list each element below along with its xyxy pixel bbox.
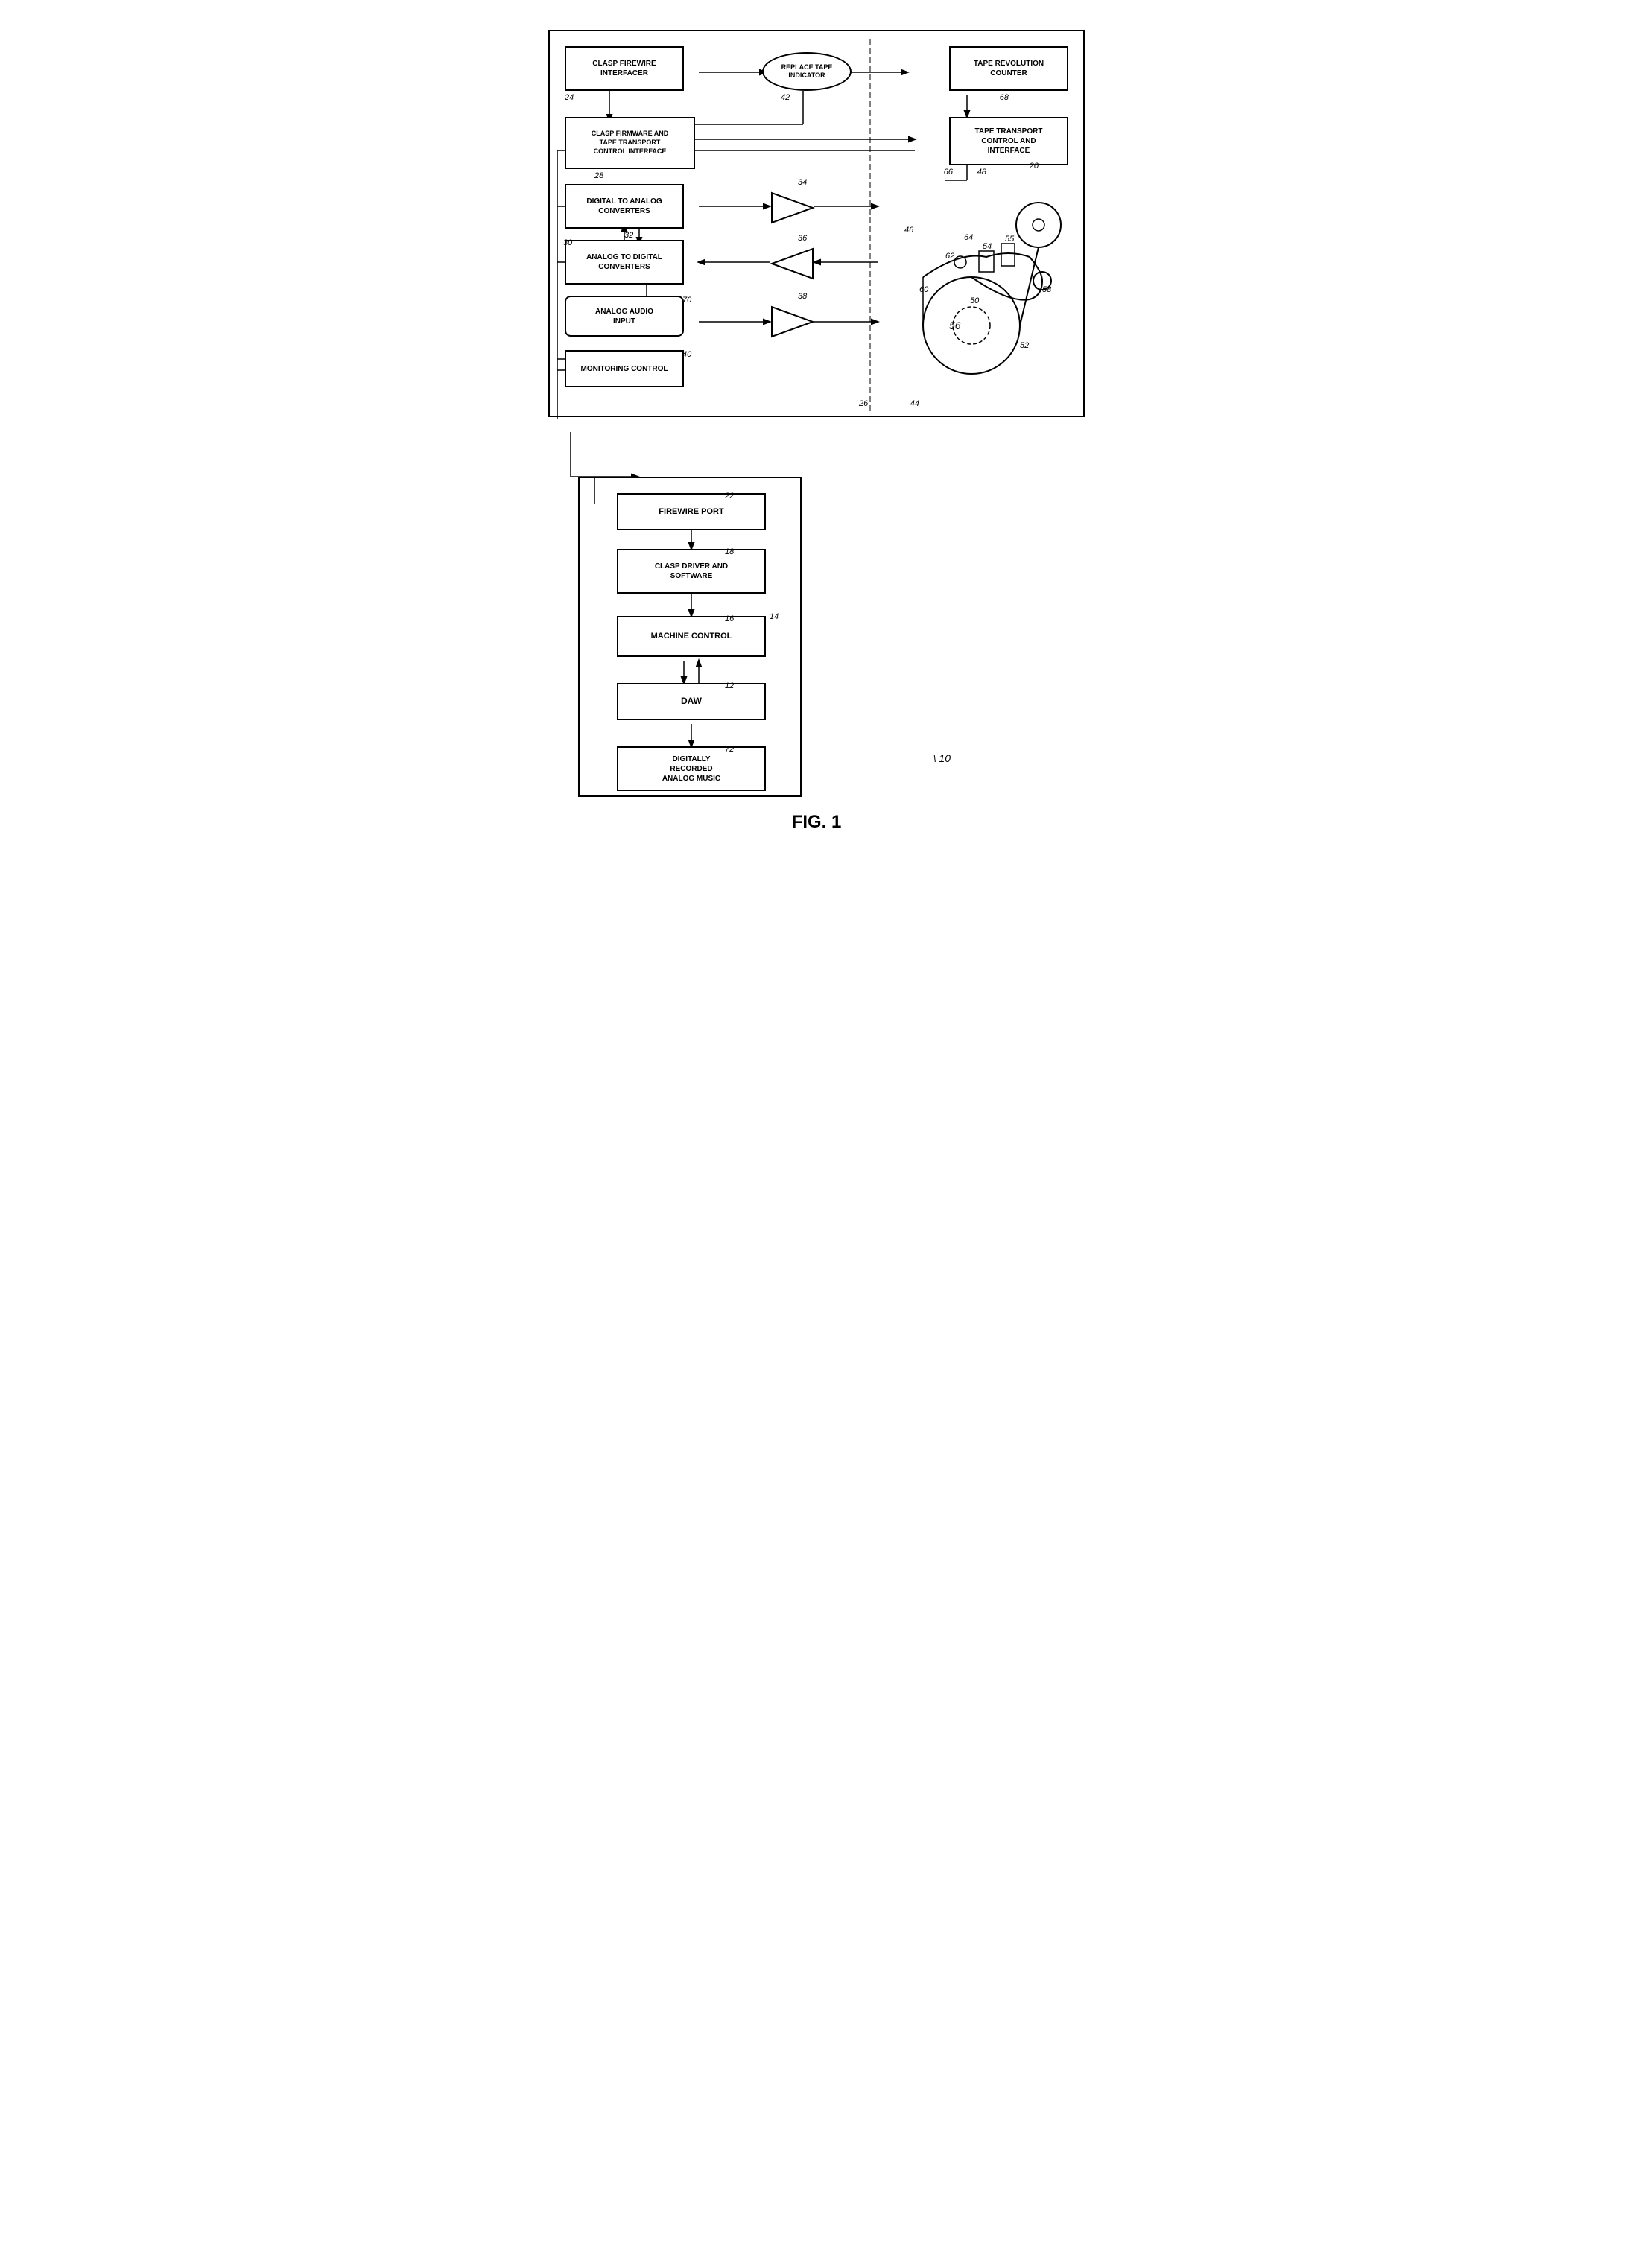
monitoring-control: MONITORING CONTROL — [565, 350, 684, 387]
digital-to-analog-block: DIGITAL TO ANALOGCONVERTERS — [565, 184, 684, 229]
replace-tape-indicator: REPLACE TAPEINDICATOR — [762, 52, 852, 91]
svg-text:50: 50 — [970, 296, 980, 305]
amp1-svg — [768, 189, 816, 226]
ref-12: 12 — [725, 682, 734, 690]
ref-68: 68 — [1000, 93, 1009, 102]
ref-38: 38 — [798, 292, 807, 301]
machine-control-block: MACHINE CONTROL — [617, 616, 766, 657]
ref-18: 18 — [725, 547, 734, 556]
computer-box: FIREWIRE PORT 22 14 CLASP DRIVER ANDSOFT… — [578, 477, 802, 797]
svg-text:46: 46 — [904, 226, 914, 235]
ref-40: 40 — [682, 350, 691, 359]
daw-block: DAW — [617, 683, 766, 720]
analog-audio-input: ANALOG AUDIOINPUT — [565, 296, 684, 337]
ref-72: 72 — [725, 745, 734, 754]
ref-28: 28 — [594, 171, 603, 180]
ref-34: 34 — [798, 178, 807, 187]
ref-42: 42 — [781, 93, 790, 102]
ref-22: 22 — [725, 492, 734, 501]
amplifier-3: 38 — [768, 303, 816, 344]
ref-16: 16 — [725, 614, 734, 623]
ref-10: \ 10 — [933, 752, 951, 764]
connector-svg — [548, 432, 1085, 477]
tape-revolution-counter: TAPE REVOLUTIONCOUNTER — [949, 46, 1068, 91]
ref-14: 14 — [770, 612, 779, 621]
tape-transport-control: TAPE TRANSPORTCONTROL ANDINTERFACE — [949, 117, 1068, 165]
amp2-svg — [768, 245, 816, 282]
svg-text:54: 54 — [983, 242, 992, 251]
diagram-area: CLASP FIREWIREINTERFACER 24 REPLACE TAPE… — [533, 30, 1100, 833]
svg-text:52: 52 — [1020, 341, 1029, 350]
ref-36: 36 — [798, 234, 807, 243]
page-container: CLASP FIREWIREINTERFACER 24 REPLACE TAPE… — [533, 15, 1100, 848]
svg-text:62: 62 — [945, 252, 954, 261]
svg-text:55: 55 — [1005, 235, 1015, 244]
svg-text:56: 56 — [949, 320, 961, 331]
amplifier-1: 34 — [768, 189, 816, 230]
clasp-driver-block: CLASP DRIVER ANDSOFTWARE — [617, 549, 766, 594]
analog-to-digital-block: ANALOG TO DIGITALCONVERTERS — [565, 240, 684, 285]
digitally-recorded-block: DIGITALLYRECORDEDANALOG MUSIC — [617, 746, 766, 791]
amplifier-2: 36 — [768, 245, 816, 286]
firewire-port-block: FIREWIRE PORT — [617, 493, 766, 530]
ref-30: 30 — [563, 238, 572, 247]
amp3-svg — [768, 303, 816, 340]
ref-32: 32 — [624, 231, 633, 240]
figure-label: FIG. 1 — [533, 812, 1100, 833]
svg-text:64: 64 — [964, 233, 973, 242]
svg-text:58: 58 — [1042, 285, 1052, 294]
svg-text:60: 60 — [919, 285, 929, 294]
ref-20: 20 — [1030, 162, 1039, 171]
clasp-firmware-block: CLASP FIRMWARE ANDTAPE TRANSPORTCONTROL … — [565, 117, 695, 169]
tape-mechanism-svg: 56 52 58 54 55 62 64 60 50 46 — [904, 169, 1076, 400]
ref-26: 26 — [859, 399, 868, 408]
ref-24: 24 — [565, 93, 574, 102]
ref-70: 70 — [682, 296, 691, 305]
clasp-firewire-block: CLASP FIREWIREINTERFACER — [565, 46, 684, 91]
ref-44: 44 — [910, 399, 919, 408]
